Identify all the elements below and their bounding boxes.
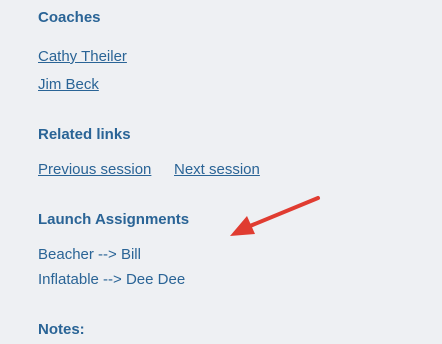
launch-assignment-item: Inflatable --> Dee Dee <box>38 271 186 288</box>
launch-assignments-heading: Launch Assignments <box>38 211 190 228</box>
session-details-panel: Coaches Cathy Theiler Jim Beck Related l… <box>0 0 442 344</box>
coach-link-cathy-theiler[interactable]: Cathy Theiler <box>38 47 127 67</box>
coaches-heading: Coaches <box>38 9 101 26</box>
coach-link-jim-beck[interactable]: Jim Beck <box>38 75 99 95</box>
launch-assignment-item: Beacher --> Bill <box>38 246 141 263</box>
related-links-heading: Related links <box>38 126 131 143</box>
previous-session-link[interactable]: Previous session <box>38 160 151 180</box>
next-session-link[interactable]: Next session <box>174 160 260 180</box>
notes-heading: Notes: <box>38 321 85 338</box>
